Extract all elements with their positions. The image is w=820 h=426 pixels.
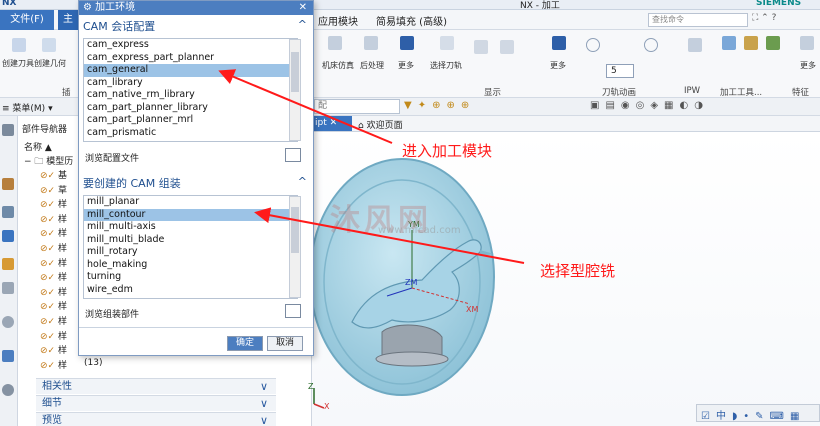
annotation-enter-module: 进入加工模块 [402,142,493,160]
annotation-arrows [218,69,525,264]
annotation-select-cavity: 选择型腔铣 [540,262,616,280]
